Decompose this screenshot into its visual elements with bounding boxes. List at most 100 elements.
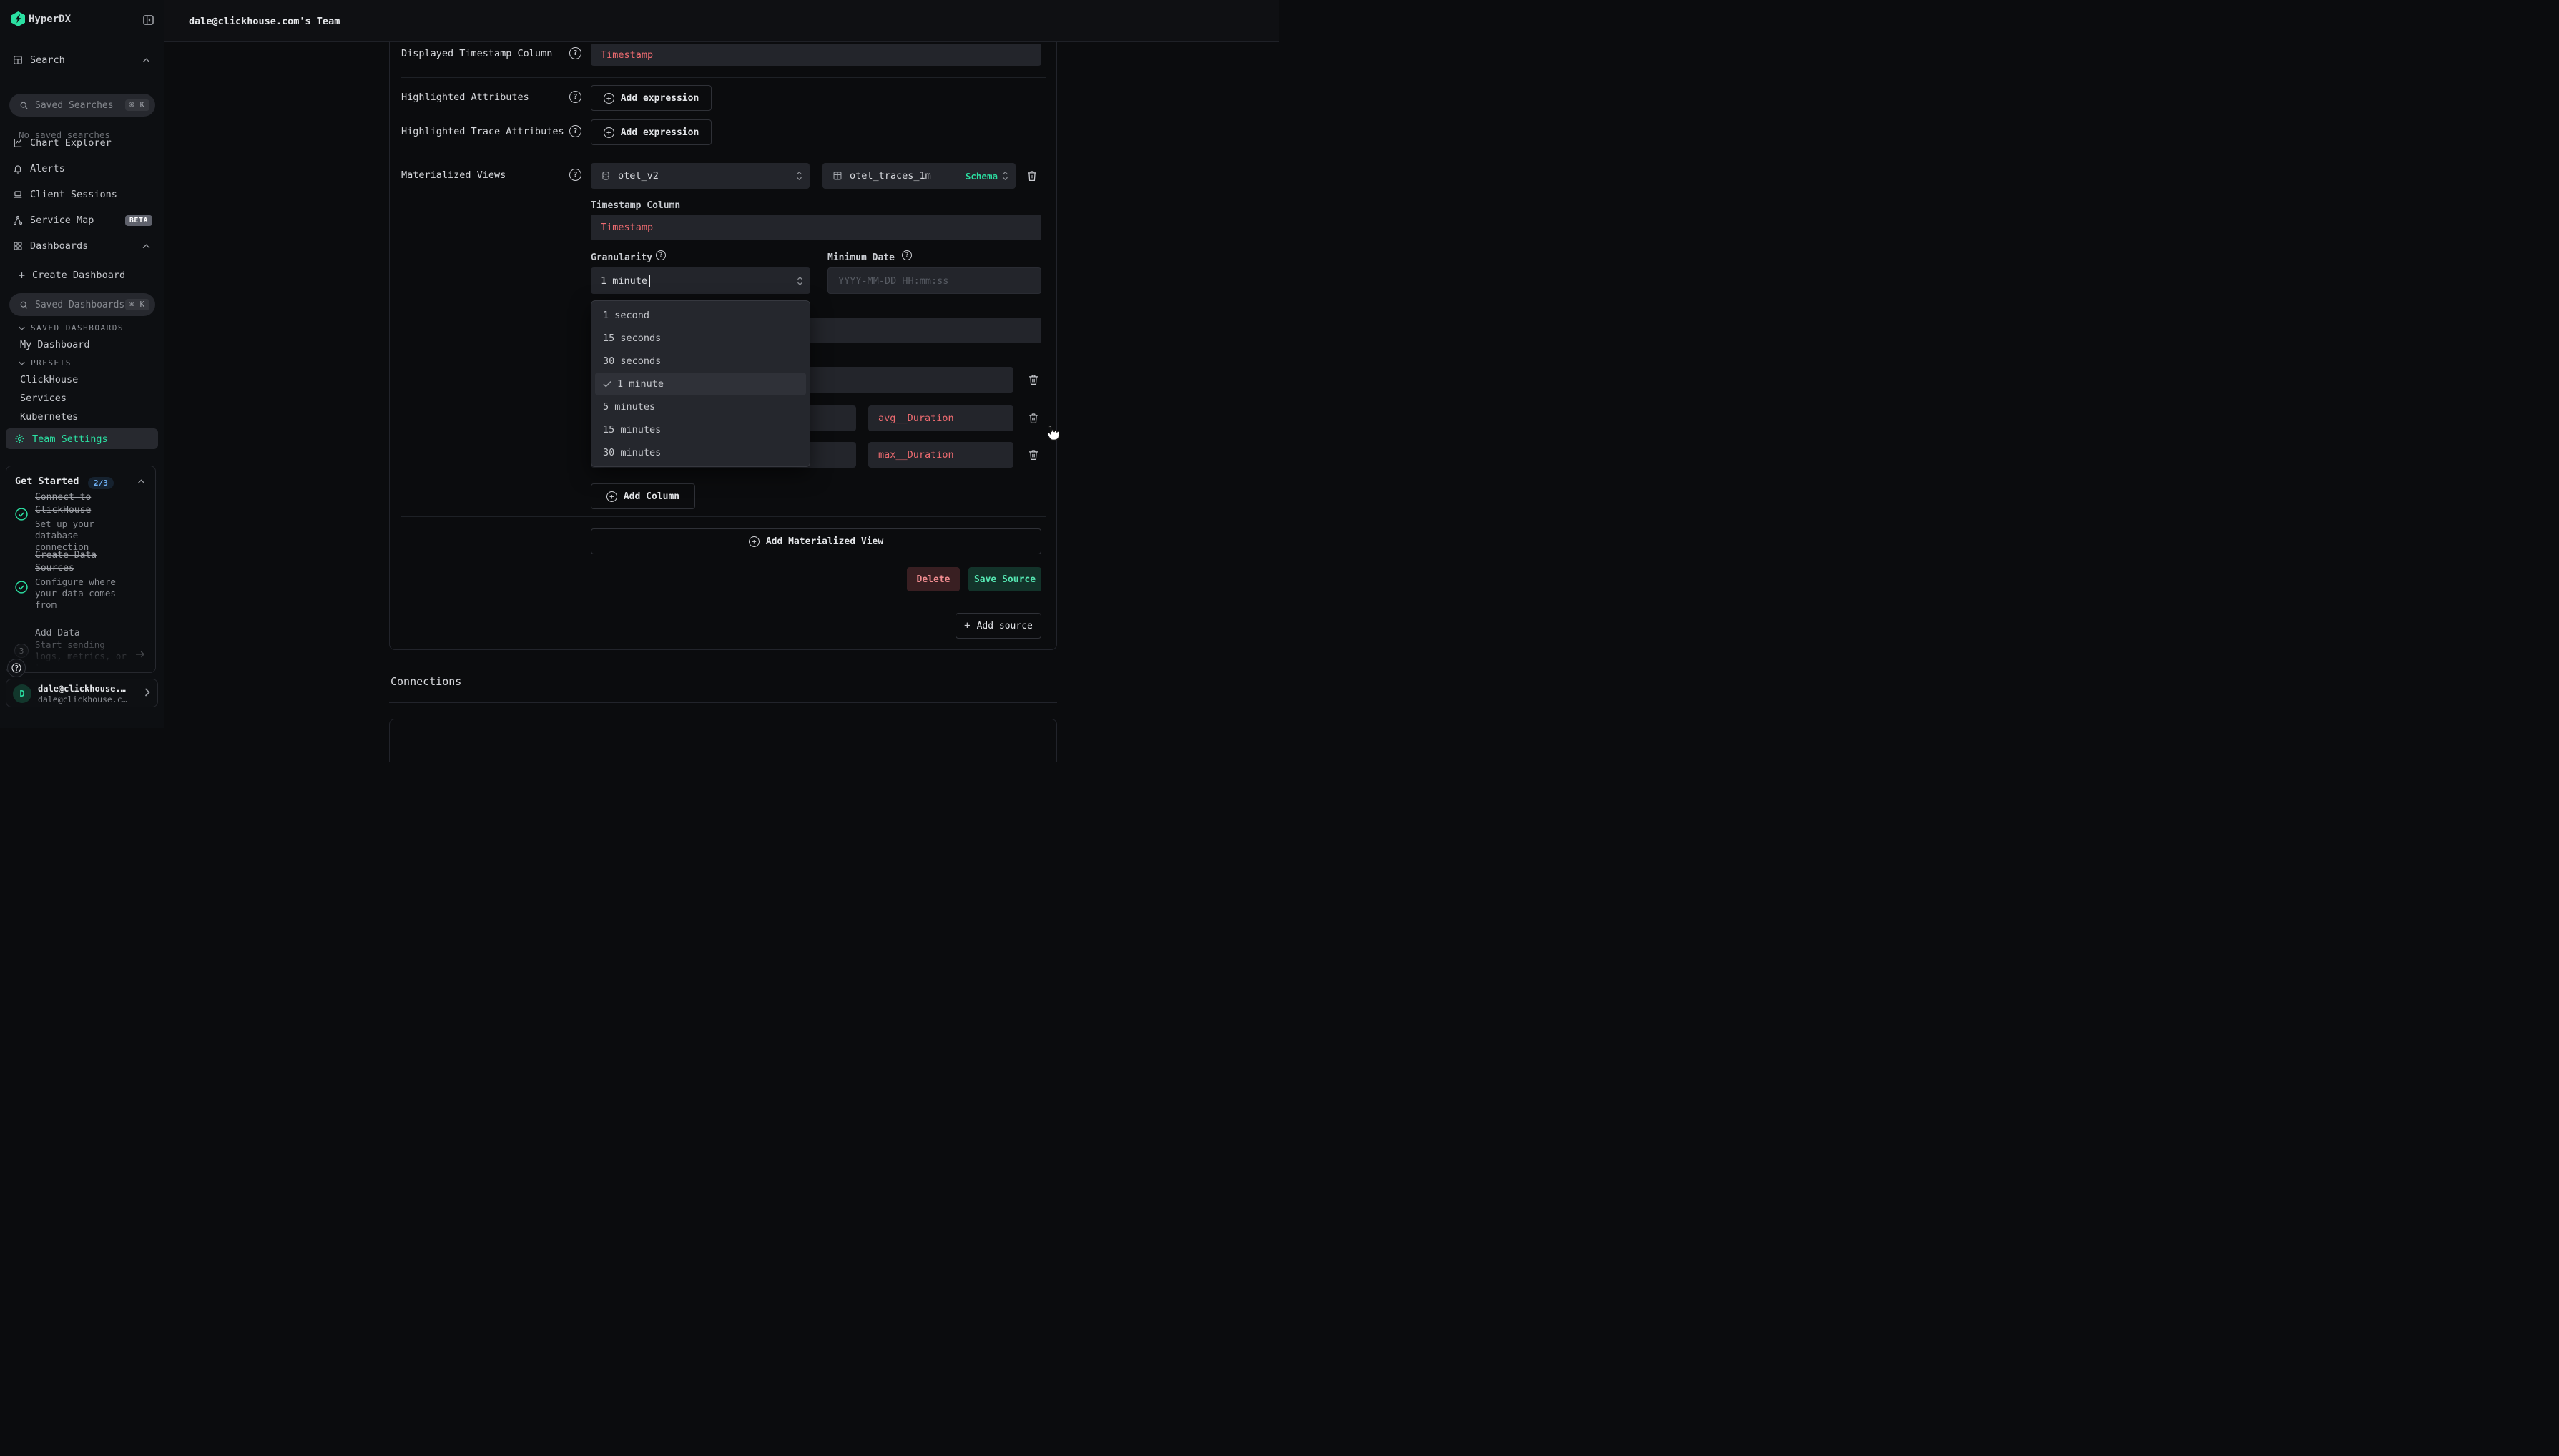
add-expression-button[interactable]: + Add expression bbox=[591, 85, 712, 111]
select-value: otel_v2 bbox=[618, 170, 659, 182]
avatar: D bbox=[13, 684, 31, 703]
sidebar-item-label: Service Map bbox=[30, 215, 94, 226]
plus-icon: + bbox=[19, 269, 25, 282]
delete-column-trash-icon[interactable] bbox=[1027, 412, 1040, 425]
delete-button[interactable]: Delete bbox=[907, 567, 960, 591]
plus-circle-icon: + bbox=[749, 536, 760, 547]
chart-explorer-icon bbox=[13, 138, 23, 148]
sidebar-item-my-dashboard[interactable]: My Dashboard bbox=[20, 339, 90, 350]
button-label: Add expression bbox=[621, 127, 699, 138]
hyperdx-logo-icon bbox=[11, 11, 25, 26]
sidebar-item-alerts[interactable]: Alerts bbox=[0, 158, 164, 179]
step-number-badge: 3 bbox=[14, 644, 29, 658]
check-circle-icon bbox=[14, 507, 29, 521]
chevron-up-icon[interactable] bbox=[142, 58, 150, 63]
column-alias-input[interactable]: max__Duration bbox=[868, 442, 1013, 468]
option-label: 1 minute bbox=[617, 378, 664, 390]
input-value: avg__Duration bbox=[878, 413, 954, 424]
help-circle-icon[interactable]: ? bbox=[569, 125, 581, 137]
create-dashboard-button[interactable]: + Create Dashboard bbox=[0, 265, 164, 286]
sidebar-item-chart-explorer[interactable]: Chart Explorer bbox=[0, 132, 164, 154]
help-circle-icon[interactable]: ? bbox=[569, 91, 581, 103]
arrow-right-icon bbox=[135, 650, 145, 659]
dropdown-option[interactable]: 30 seconds bbox=[595, 350, 806, 373]
user-menu[interactable]: D dale@clickhouse.… dale@clickhouse.c… bbox=[6, 679, 158, 707]
help-circle-icon[interactable]: ? bbox=[569, 169, 581, 181]
group-label: SAVED DASHBOARDS bbox=[31, 323, 124, 333]
select-chevrons-icon bbox=[797, 276, 803, 286]
saved-dashboards-placeholder: Saved Dashboards bbox=[35, 300, 124, 310]
delete-view-trash-icon[interactable] bbox=[1026, 169, 1038, 182]
dropdown-option[interactable]: 15 minutes bbox=[595, 418, 806, 441]
delete-column-trash-icon[interactable] bbox=[1027, 448, 1040, 461]
button-label: Add expression bbox=[621, 93, 699, 104]
add-materialized-view-button[interactable]: + Add Materialized View bbox=[591, 528, 1041, 554]
step-title[interactable]: Connect to ClickHouse bbox=[35, 491, 129, 517]
group-saved-dashboards[interactable]: SAVED DASHBOARDS bbox=[19, 323, 124, 333]
divider bbox=[401, 516, 1046, 517]
dropdown-option-selected[interactable]: 1 minute bbox=[595, 373, 806, 395]
sidebar-item-service-map[interactable]: Service Map BETA bbox=[0, 210, 164, 231]
step-title[interactable]: Add Data bbox=[35, 627, 129, 640]
add-column-button[interactable]: + Add Column bbox=[591, 483, 695, 509]
dropdown-option[interactable]: 5 minutes bbox=[595, 395, 806, 418]
sidebar-item-dashboards[interactable]: Dashboards bbox=[0, 235, 164, 257]
minimum-date-input[interactable]: YYYY-MM-DD HH:mm:ss bbox=[827, 267, 1041, 294]
sidebar-collapse-icon[interactable] bbox=[143, 15, 154, 25]
divider bbox=[389, 702, 1057, 703]
get-started-card: Get Started 2/3 Connect to ClickHouse Se… bbox=[6, 466, 156, 673]
displayed-timestamp-label: Displayed Timestamp Column bbox=[401, 48, 552, 59]
sidebar-item-label: Chart Explorer bbox=[30, 137, 112, 149]
sidebar-item-label: Client Sessions bbox=[30, 189, 117, 200]
search-results-table-icon bbox=[13, 55, 23, 65]
input-value: Timestamp bbox=[601, 49, 653, 61]
step-title[interactable]: Create Data Sources bbox=[35, 549, 129, 575]
displayed-timestamp-input[interactable]: Timestamp bbox=[591, 44, 1041, 66]
user-email: dale@clickhouse.c… bbox=[38, 694, 127, 704]
delete-column-trash-icon[interactable] bbox=[1027, 373, 1040, 386]
dropdown-option[interactable]: 30 minutes bbox=[595, 441, 806, 464]
sidebar-item-search[interactable]: Search bbox=[0, 49, 164, 71]
help-circle-icon[interactable]: ? bbox=[569, 47, 581, 59]
input-value: max__Duration bbox=[878, 449, 954, 461]
save-source-button[interactable]: Save Source bbox=[968, 567, 1041, 591]
sidebar-item-clickhouse[interactable]: ClickHouse bbox=[20, 374, 78, 385]
gear-icon bbox=[14, 433, 25, 444]
get-started-title: Get Started bbox=[15, 476, 79, 487]
help-button[interactable] bbox=[7, 659, 26, 677]
input-value: Timestamp bbox=[601, 222, 653, 233]
materialized-table-select[interactable]: otel_traces_1m Schema bbox=[822, 163, 1016, 189]
add-expression-button[interactable]: + Add expression bbox=[591, 119, 712, 145]
chevron-up-icon[interactable] bbox=[142, 244, 150, 249]
granularity-label: Granularity bbox=[591, 252, 652, 263]
sidebar-item-team-settings[interactable]: Team Settings bbox=[6, 428, 158, 449]
logo-row: HyperDX bbox=[0, 0, 164, 37]
plus-circle-icon: + bbox=[604, 93, 614, 104]
button-label: Add Materialized View bbox=[766, 536, 883, 547]
help-circle-icon[interactable]: ? bbox=[902, 250, 912, 260]
dropdown-option[interactable]: 15 seconds bbox=[595, 327, 806, 350]
column-alias-input[interactable]: avg__Duration bbox=[868, 405, 1013, 431]
add-source-button[interactable]: + Add source bbox=[956, 613, 1041, 639]
chevron-down-icon bbox=[19, 326, 25, 330]
granularity-select[interactable]: 1 minute bbox=[591, 267, 810, 294]
search-icon bbox=[19, 300, 29, 310]
button-label: Add Column bbox=[624, 491, 679, 502]
schema-link[interactable]: Schema bbox=[966, 171, 998, 182]
materialized-view-select[interactable]: otel_v2 bbox=[591, 163, 810, 189]
timestamp-column-input[interactable]: Timestamp bbox=[591, 215, 1041, 240]
progress-badge: 2/3 bbox=[88, 477, 114, 489]
chevron-up-icon[interactable] bbox=[137, 479, 145, 484]
saved-dashboards-input[interactable]: Saved Dashboards ⌘ K bbox=[9, 293, 155, 316]
search-icon bbox=[19, 101, 29, 110]
timestamp-column-label: Timestamp Column bbox=[591, 200, 680, 211]
sidebar-item-client-sessions[interactable]: Client Sessions bbox=[0, 184, 164, 205]
page-title: dale@clickhouse.com's Team bbox=[189, 16, 340, 27]
dropdown-option[interactable]: 1 second bbox=[595, 304, 806, 327]
plus-circle-icon: + bbox=[606, 491, 617, 502]
help-circle-icon[interactable]: ? bbox=[656, 250, 666, 260]
group-presets[interactable]: PRESETS bbox=[19, 358, 72, 368]
sidebar-item-kubernetes[interactable]: Kubernetes bbox=[20, 411, 78, 423]
sidebar-item-services[interactable]: Services bbox=[20, 393, 67, 404]
saved-searches-input[interactable]: Saved Searches ⌘ K bbox=[9, 94, 155, 117]
